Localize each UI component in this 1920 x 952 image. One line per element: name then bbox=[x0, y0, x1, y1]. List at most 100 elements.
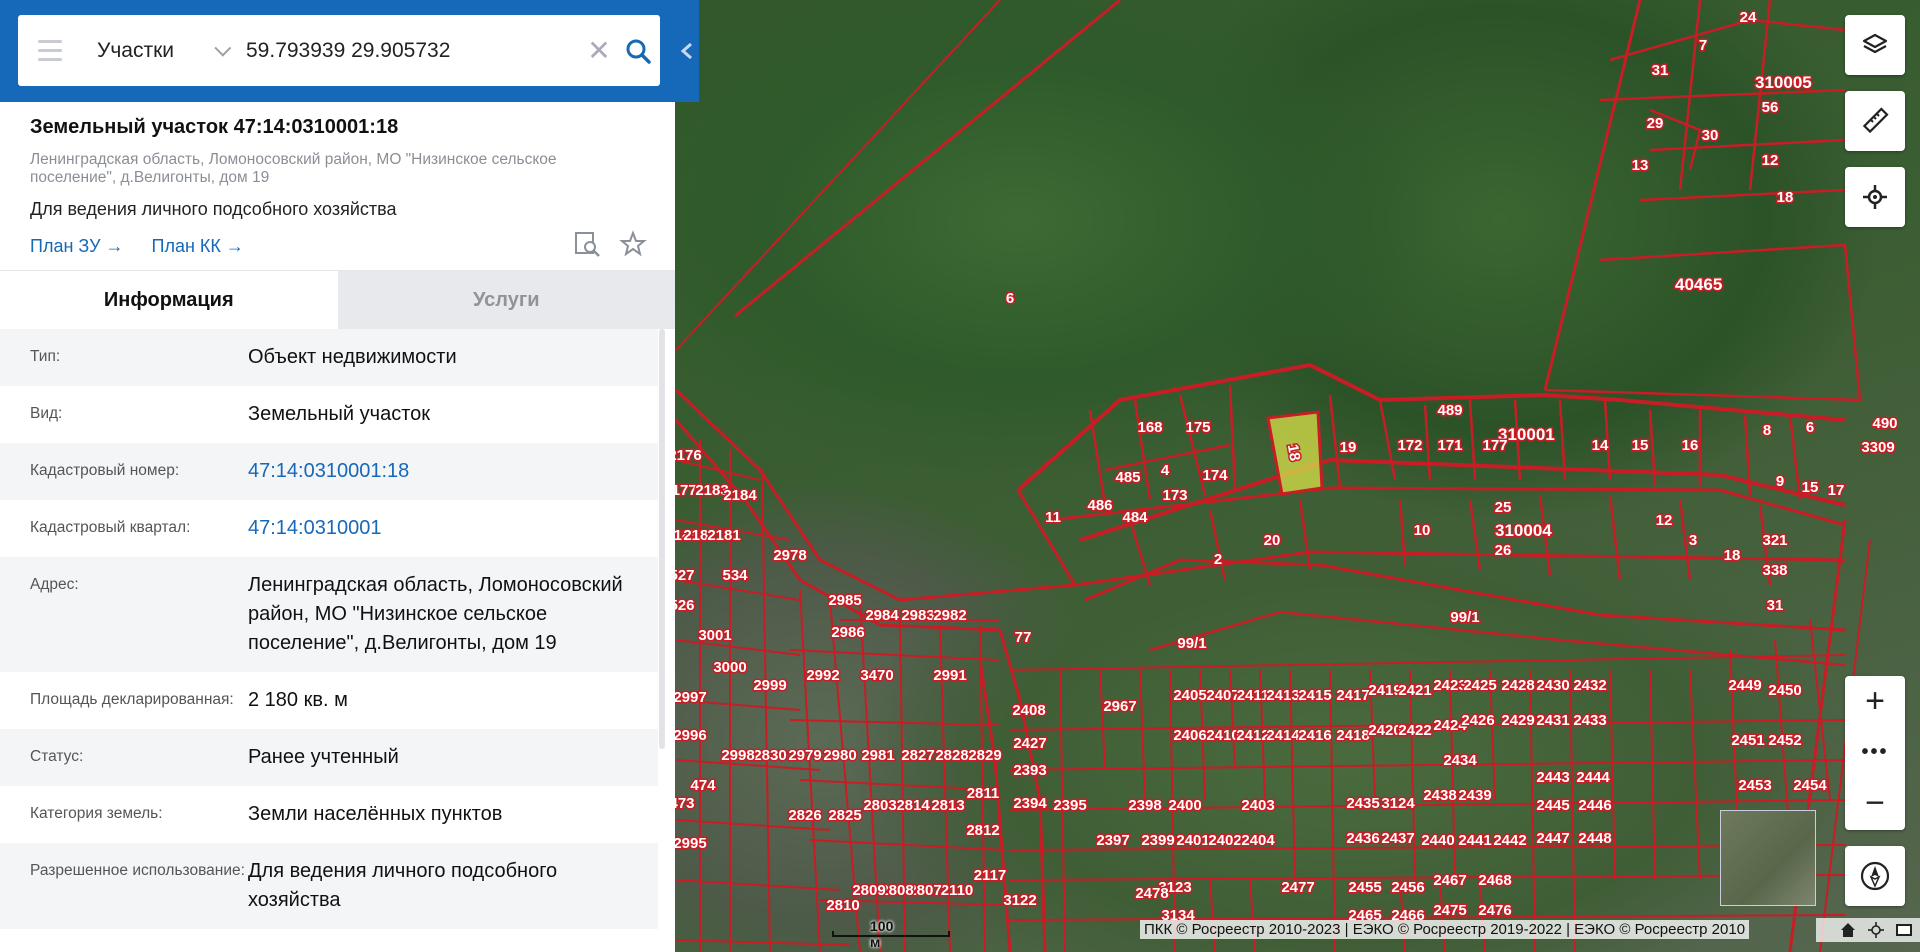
info-key: Вид: bbox=[30, 405, 63, 422]
plot-label: 2995 bbox=[673, 835, 706, 852]
layer-select[interactable]: Участки bbox=[82, 15, 236, 86]
info-value: Земельный участок bbox=[248, 403, 431, 425]
compass-icon bbox=[1860, 861, 1890, 891]
plot-label: 2978 bbox=[773, 547, 806, 564]
plot-label: 2394 bbox=[1013, 795, 1047, 812]
clear-icon[interactable]: ✕ bbox=[582, 15, 616, 86]
cadastral-quarter-link[interactable]: 47:14:0310001 bbox=[248, 500, 638, 557]
plot-label: 99/1 bbox=[1450, 609, 1479, 626]
plot-label: 2450 bbox=[1768, 682, 1801, 699]
plot-label: 2967 bbox=[1103, 698, 1136, 715]
search-input[interactable] bbox=[236, 15, 582, 86]
screen-icon[interactable] bbox=[1894, 920, 1914, 940]
plot-label: 2979 bbox=[788, 747, 821, 764]
plot-label: 2475 bbox=[1433, 902, 1466, 919]
plot-label: 2432 bbox=[1573, 677, 1606, 694]
more-options-button[interactable]: ••• bbox=[1845, 727, 1905, 778]
plan-kk-link[interactable]: План КК → bbox=[152, 236, 244, 257]
tab-info[interactable]: Информация bbox=[0, 271, 338, 329]
plot-label: 2439 bbox=[1458, 787, 1491, 804]
plot-label: 2430 bbox=[1536, 677, 1569, 694]
info-row: Кадастровый квартал: 47:14:0310001 bbox=[0, 500, 658, 557]
plot-label: 2452 bbox=[1768, 732, 1801, 749]
plot-label: 2408 bbox=[1012, 702, 1045, 719]
plot-label: 172 bbox=[1397, 437, 1422, 454]
plot-label: 2438 bbox=[1423, 787, 1456, 804]
plot-label: 338 bbox=[1762, 562, 1787, 579]
info-key: Разрешенное использование: bbox=[30, 862, 245, 879]
plan-zu-link[interactable]: План ЗУ → bbox=[30, 236, 124, 257]
compass-button[interactable] bbox=[1845, 846, 1905, 906]
object-purpose: Для ведения личного подсобного хозяйства bbox=[30, 199, 397, 219]
find-on-map-icon[interactable] bbox=[573, 230, 601, 258]
plot-label: 2425 bbox=[1463, 677, 1496, 694]
cadastral-number-link[interactable]: 47:14:0310001:18 bbox=[248, 443, 638, 500]
favorite-star-icon[interactable] bbox=[619, 230, 647, 258]
plot-label: 171 bbox=[1437, 437, 1462, 454]
plot-label: 177 bbox=[1482, 437, 1507, 454]
zoom-out-button[interactable]: − bbox=[1845, 778, 1905, 829]
plot-label: 3309 bbox=[1861, 439, 1894, 456]
plot-label: 2117 bbox=[974, 867, 1007, 884]
plot-label: 3122 bbox=[1003, 892, 1036, 909]
plot-label: 3001 bbox=[698, 627, 731, 644]
plot-label: 2406 bbox=[1173, 727, 1206, 744]
plot-label: 2983 bbox=[901, 607, 934, 624]
info-row: Статус: Ранее учтенный bbox=[0, 729, 658, 786]
plot-label: 474 bbox=[690, 777, 716, 794]
map-attribution: ПКК © Росреестр 2010-2023 | ЕЭКО © Росре… bbox=[1140, 920, 1750, 939]
plot-label: 2400 bbox=[1168, 797, 1201, 814]
plot-label: 77 bbox=[1015, 629, 1032, 646]
zoom-in-button[interactable]: + bbox=[1845, 676, 1905, 727]
collapse-panel-button[interactable] bbox=[675, 36, 699, 66]
plot-label: 2986 bbox=[831, 624, 864, 641]
ruler-button[interactable] bbox=[1845, 91, 1905, 151]
plot-label: 17 bbox=[1828, 482, 1845, 499]
plot-label: 486 bbox=[1087, 497, 1112, 514]
plot-label: 16 bbox=[1682, 437, 1699, 454]
plot-label: 2415 bbox=[1298, 687, 1331, 704]
locate-button[interactable] bbox=[1845, 167, 1905, 227]
plot-label: 7 bbox=[1699, 37, 1707, 54]
plot-label: 11 bbox=[1045, 509, 1061, 526]
layers-button[interactable] bbox=[1845, 15, 1905, 75]
plot-label: 2426 bbox=[1461, 712, 1494, 729]
plot-label: 2984 bbox=[865, 607, 899, 624]
plot-label: 2416 bbox=[1298, 727, 1331, 744]
info-value: Для ведения личного подсобного хозяйства bbox=[248, 860, 558, 911]
plot-label: 99/1 bbox=[1177, 635, 1206, 652]
plot-label: 30 bbox=[1702, 127, 1719, 144]
plot-label: 2418 bbox=[1336, 727, 1369, 744]
locate-small-icon[interactable] bbox=[1866, 920, 1886, 940]
plot-label: 2444 bbox=[1576, 769, 1610, 786]
menu-icon[interactable] bbox=[18, 15, 82, 86]
plot-label: 489 bbox=[1437, 402, 1462, 419]
quarter-label: 310004 bbox=[1495, 521, 1552, 540]
plot-label: 2435 bbox=[1346, 795, 1379, 812]
info-key: Статус: bbox=[30, 748, 84, 765]
minimap[interactable] bbox=[1720, 810, 1816, 906]
search-button[interactable] bbox=[616, 15, 660, 86]
plot-label: 2395 bbox=[1053, 797, 1086, 814]
plot-label: 2477 bbox=[1281, 879, 1314, 896]
plot-label: 2398 bbox=[1128, 797, 1161, 814]
scrollbar[interactable] bbox=[659, 329, 665, 749]
ruler-icon bbox=[1862, 107, 1889, 134]
selected-plot-label[interactable]: 18 bbox=[1282, 441, 1305, 463]
scale-line bbox=[832, 931, 950, 937]
plot-label: 2417 bbox=[1336, 687, 1369, 704]
info-row: Тип: Объект недвижимости bbox=[0, 329, 658, 386]
tab-bar: Информация Услуги bbox=[0, 270, 675, 329]
plot-label: 2997 bbox=[673, 689, 706, 706]
tab-services[interactable]: Услуги bbox=[337, 271, 675, 329]
plot-label: 2412 bbox=[1236, 727, 1269, 744]
info-panel: Участки ✕ Земельный участок 47:14:031000… bbox=[0, 0, 699, 952]
plot-label: 15 bbox=[1802, 479, 1819, 496]
crosshair-icon bbox=[1863, 185, 1887, 209]
plot-label: 3 bbox=[1689, 532, 1697, 549]
info-value: Ранее учтенный bbox=[248, 746, 399, 768]
home-icon[interactable] bbox=[1838, 920, 1858, 940]
plot-label: 2393 bbox=[1013, 762, 1046, 779]
plot-label: 2454 bbox=[1793, 777, 1827, 794]
plot-label: 2996 bbox=[673, 727, 706, 744]
